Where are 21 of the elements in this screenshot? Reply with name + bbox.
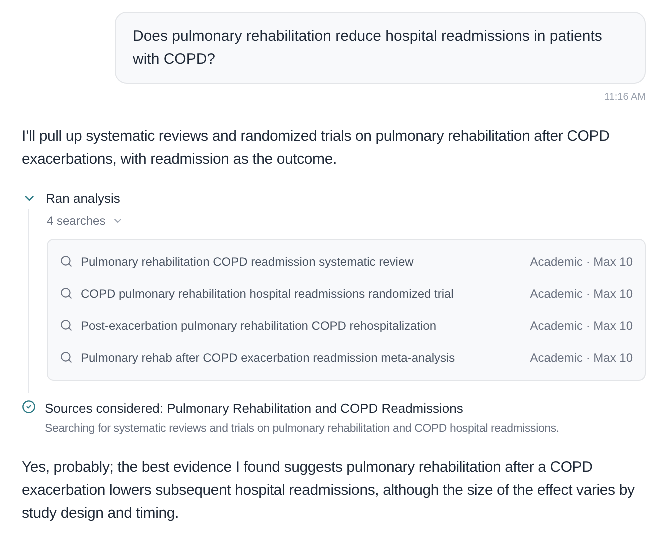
search-icon xyxy=(60,255,73,268)
searches-toggle[interactable]: 4 searches xyxy=(47,208,124,230)
search-icon xyxy=(60,319,73,332)
search-icon xyxy=(60,351,73,364)
sources-title: Sources considered: Pulmonary Rehabilitation and COPD Readmissions xyxy=(45,400,464,418)
search-icon xyxy=(60,287,73,300)
search-meta: Academic · Max 10 xyxy=(530,254,633,270)
assistant-answer: Yes, probably; the best evidence I found suggests pulmonary rehabilitation after a COPD exacerbation lowers subsequent hospital readmissions, although the size of the effect varies by study design and timing. xyxy=(22,458,636,524)
sources-description: Searching for systematic reviews and trials on pulmonary rehabilitation and COPD hospital readmissions. xyxy=(45,422,560,437)
search-query: COPD pulmonary rehabilitation hospital readmissions randomized trial xyxy=(81,286,455,302)
search-query: Post-exacerbation pulmonary rehabilitation COPD rehospitalization xyxy=(81,318,438,334)
search-meta: Academic · Max 10 xyxy=(530,286,633,302)
search-meta: Academic · Max 10 xyxy=(530,318,633,334)
message-time: 11:16 AM xyxy=(604,91,646,105)
user-message-bubble: Does pulmonary rehabilitation reduce hospital readmissions in patients with COPD? xyxy=(115,12,646,84)
assistant-message: I’ll pull up systematic reviews and randomized trials on pulmonary rehabilitation after COPD exacerbations, with readmission as the outcome. xyxy=(22,127,611,170)
search-query: Pulmonary rehabilitation COPD readmission systematic review xyxy=(81,254,415,270)
ran-analysis-toggle[interactable]: Ran analysis xyxy=(22,189,120,208)
search-meta: Academic · Max 10 xyxy=(530,350,633,366)
search-query: Pulmonary rehab after COPD exacerbation readmission meta-analysis xyxy=(81,350,456,366)
check-circle-icon xyxy=(22,400,36,414)
